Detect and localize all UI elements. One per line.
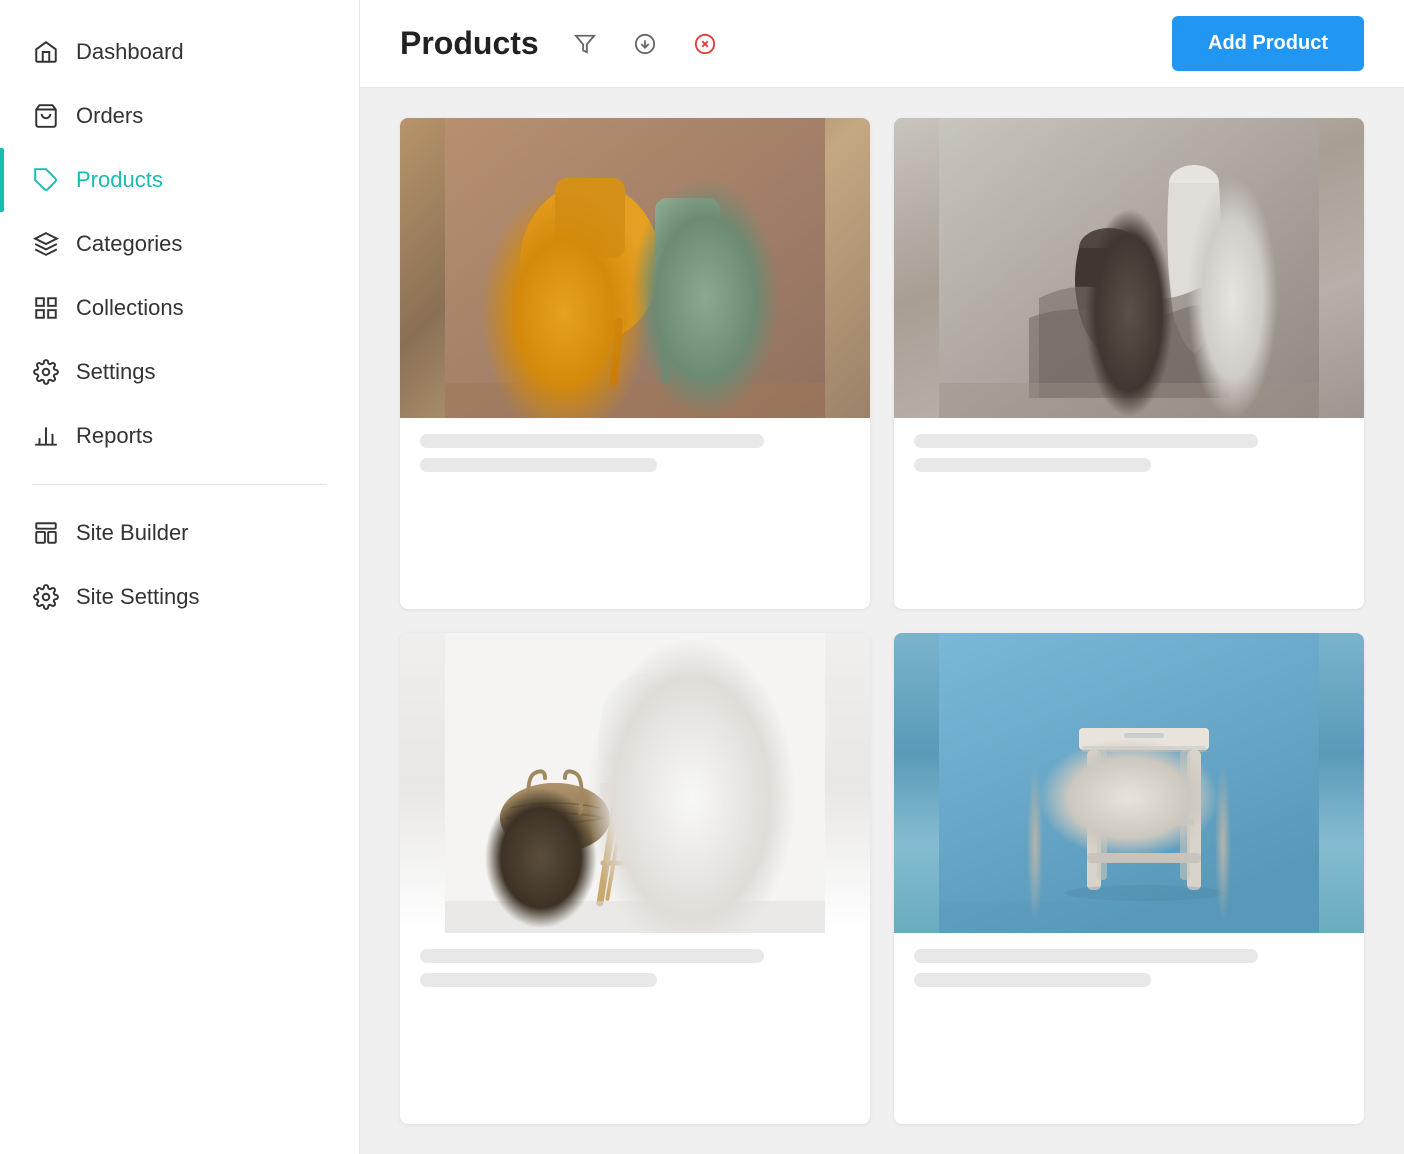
sidebar-item-site-settings[interactable]: Site Settings [0, 565, 359, 629]
sidebar-label-products: Products [76, 167, 163, 193]
tag-icon [32, 166, 60, 194]
product-info-3 [400, 933, 870, 1007]
product-card-3[interactable] [400, 633, 870, 1124]
sidebar-item-orders[interactable]: Orders [0, 84, 359, 148]
home-icon [32, 38, 60, 66]
site-builder-icon [32, 519, 60, 547]
product-info-1 [400, 418, 870, 492]
site-settings-icon [32, 583, 60, 611]
sidebar-item-dashboard[interactable]: Dashboard [0, 20, 359, 84]
product-price-skeleton-4 [914, 973, 1151, 987]
bar-chart-icon [32, 422, 60, 450]
product-title-skeleton-1 [420, 434, 764, 448]
sidebar-item-reports[interactable]: Reports [0, 404, 359, 468]
sidebar-divider [32, 484, 327, 485]
product-image-1 [400, 118, 870, 418]
filter-icon [574, 33, 596, 55]
layers-icon [32, 230, 60, 258]
stool-illustration [894, 633, 1364, 933]
sidebar-label-orders: Orders [76, 103, 143, 129]
product-title-skeleton-2 [914, 434, 1258, 448]
sidebar-label-settings: Settings [76, 359, 156, 385]
sidebar-label-categories: Categories [76, 231, 182, 257]
export-icon [634, 33, 656, 55]
product-image-3 [400, 633, 870, 933]
product-title-skeleton-4 [914, 949, 1258, 963]
product-title-skeleton-3 [420, 949, 764, 963]
product-info-4 [894, 933, 1364, 1007]
product-card-1[interactable] [400, 118, 870, 609]
sidebar-label-dashboard: Dashboard [76, 39, 184, 65]
sidebar-label-site-builder: Site Builder [76, 520, 189, 546]
collections-icon [32, 294, 60, 322]
export-button[interactable] [623, 22, 667, 66]
product-price-skeleton-3 [420, 973, 657, 987]
product-card-4[interactable] [894, 633, 1364, 1124]
product-price-skeleton-1 [420, 458, 657, 472]
filter-button[interactable] [563, 22, 607, 66]
product-price-skeleton-2 [914, 458, 1151, 472]
product-card-2[interactable] [894, 118, 1364, 609]
sidebar: Dashboard Orders Products [0, 0, 360, 1154]
product-image-4 [894, 633, 1364, 933]
page-header: Products Add Product [360, 0, 1404, 88]
sidebar-label-collections: Collections [76, 295, 184, 321]
product-image-2 [894, 118, 1364, 418]
close-circle-icon [694, 33, 716, 55]
sidebar-item-categories[interactable]: Categories [0, 212, 359, 276]
gear-icon [32, 358, 60, 386]
chairs-illustration [400, 118, 870, 418]
product-info-2 [894, 418, 1364, 492]
sidebar-label-site-settings: Site Settings [76, 584, 200, 610]
sidebar-item-settings[interactable]: Settings [0, 340, 359, 404]
page-title: Products [400, 25, 539, 62]
sidebar-item-products[interactable]: Products [0, 148, 359, 212]
sidebar-item-site-builder[interactable]: Site Builder [0, 501, 359, 565]
close-button[interactable] [683, 22, 727, 66]
vases-illustration [894, 118, 1364, 418]
white-chair-illustration [400, 633, 870, 933]
sidebar-item-collections[interactable]: Collections [0, 276, 359, 340]
sidebar-label-reports: Reports [76, 423, 153, 449]
add-product-button[interactable]: Add Product [1172, 16, 1364, 71]
products-grid [360, 88, 1404, 1154]
main-content: Products Add Product [360, 0, 1404, 1154]
cart-icon [32, 102, 60, 130]
